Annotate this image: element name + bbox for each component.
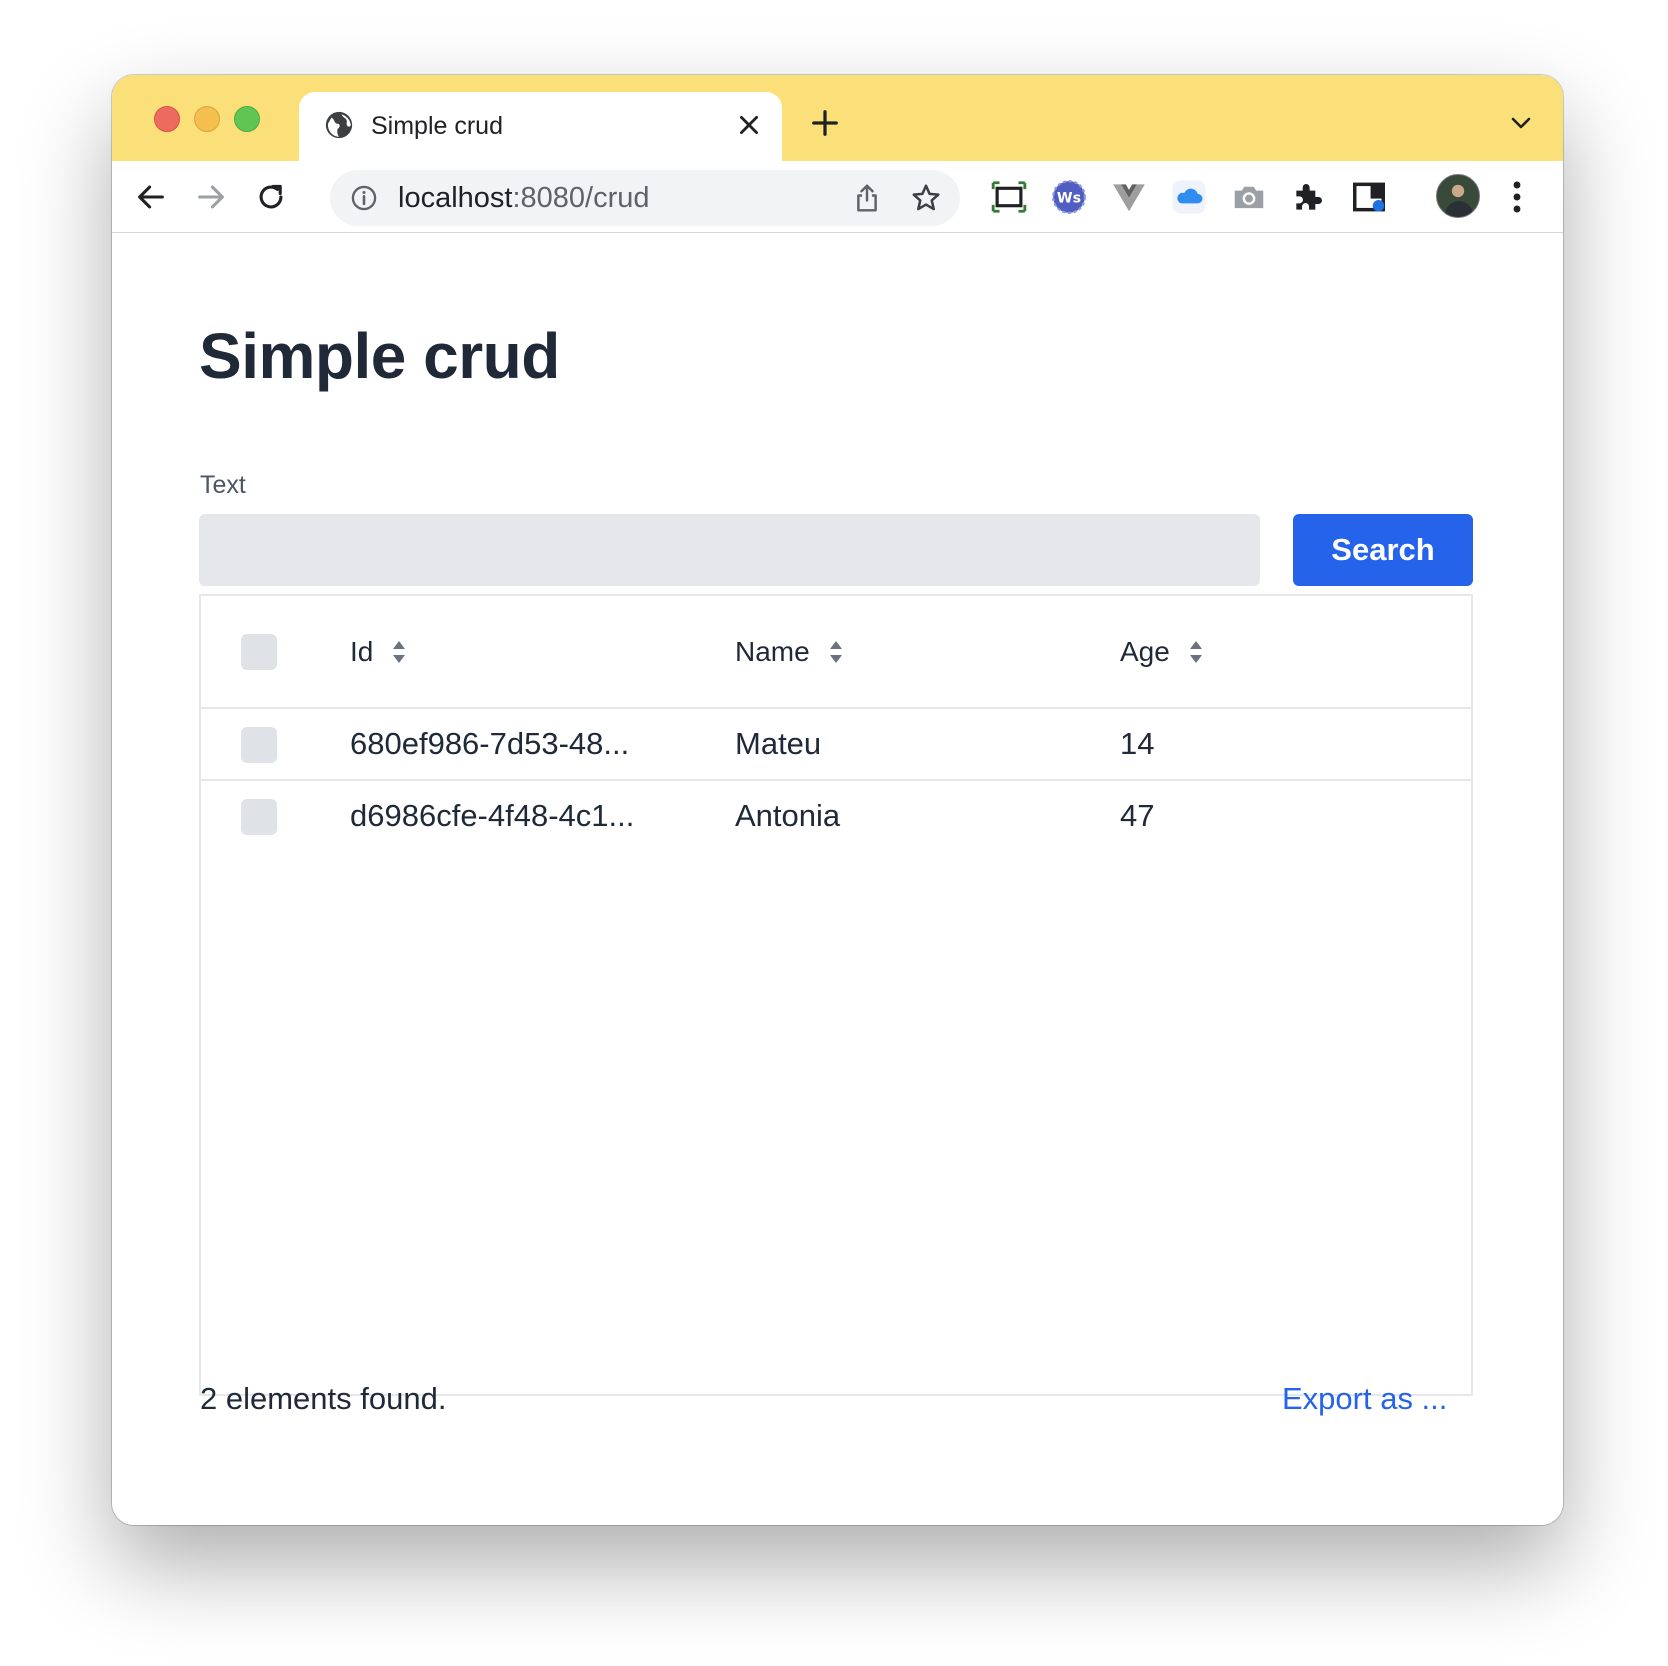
tab-simple-crud[interactable]: Simple crud [299, 92, 782, 161]
new-tab-icon[interactable] [810, 108, 840, 138]
maximize-window-button[interactable] [234, 106, 260, 132]
back-arrow-icon[interactable] [134, 180, 168, 214]
table-row[interactable]: d6986cfe-4f48-4c1... Antonia 47 [201, 781, 1471, 853]
results-table: Id Name Age 680ef986-7d53-48... Mateu 14… [199, 594, 1473, 1396]
address-bar[interactable]: localhost:8080/crud [330, 170, 960, 226]
search-field-label: Text [200, 471, 246, 499]
cell-id: 680ef986-7d53-48... [350, 726, 630, 761]
extensions-puzzle-icon[interactable] [1290, 178, 1328, 216]
more-menu-icon[interactable] [1510, 179, 1524, 215]
close-window-button[interactable] [154, 106, 180, 132]
result-count: 2 elements found. [200, 1381, 447, 1416]
sort-icon[interactable] [1188, 638, 1204, 666]
reload-icon[interactable] [254, 180, 288, 214]
column-header-name[interactable]: Name [735, 634, 844, 670]
cell-name: Antonia [735, 798, 841, 833]
search-button[interactable]: Search [1293, 514, 1473, 586]
page-title: Simple crud [199, 320, 560, 392]
select-all-checkbox[interactable] [241, 634, 277, 670]
screen-capture-extension-icon[interactable] [990, 178, 1028, 216]
svg-text:Ws: Ws [1057, 191, 1081, 207]
sort-icon[interactable] [391, 638, 407, 666]
browser-window: Simple crud localhost:8080/crud Ws Simpl… [112, 75, 1563, 1525]
cloud-extension-icon[interactable] [1170, 178, 1208, 216]
info-icon[interactable] [350, 184, 378, 212]
chevron-down-icon[interactable] [1509, 113, 1533, 133]
profile-avatar[interactable] [1436, 174, 1480, 218]
row-checkbox[interactable] [241, 727, 277, 763]
cell-name: Mateu [735, 726, 822, 761]
cell-id: d6986cfe-4f48-4c1... [350, 798, 635, 833]
tab-strip: Simple crud [112, 75, 1563, 161]
url-path: :8080/crud [512, 182, 650, 214]
column-header-label: Age [1120, 636, 1170, 667]
url-host: localhost [398, 182, 513, 214]
table-row[interactable]: 680ef986-7d53-48... Mateu 14 [201, 709, 1471, 781]
row-checkbox[interactable] [241, 799, 277, 835]
camera-icon[interactable] [1230, 178, 1268, 216]
globe-icon [325, 111, 353, 139]
url-text: localhost:8080/crud [398, 182, 650, 215]
vue-devtools-icon[interactable] [1110, 178, 1148, 216]
column-header-label: Name [735, 636, 810, 667]
column-header-label: Id [350, 636, 374, 667]
export-link[interactable]: Export as ... [1282, 1381, 1447, 1417]
column-header-age[interactable]: Age [1120, 634, 1204, 670]
table-header: Id Name Age [201, 596, 1471, 709]
bookmark-star-icon[interactable] [910, 182, 942, 214]
cell-age: 14 [1120, 726, 1155, 761]
side-panel-icon[interactable] [1350, 178, 1388, 216]
forward-arrow-icon[interactable] [194, 180, 228, 214]
column-header-id[interactable]: Id [350, 634, 407, 670]
ws-extension-icon[interactable]: Ws [1050, 178, 1088, 216]
close-tab-icon[interactable] [736, 112, 762, 138]
search-input[interactable] [199, 514, 1260, 586]
cell-age: 47 [1120, 798, 1155, 833]
browser-toolbar: localhost:8080/crud Ws [112, 161, 1563, 233]
minimize-window-button[interactable] [194, 106, 220, 132]
sort-icon[interactable] [828, 638, 844, 666]
tab-title: Simple crud [371, 112, 503, 140]
share-icon[interactable] [852, 182, 882, 214]
page-content: Simple crud Text Search Id Name Age 680e… [112, 234, 1563, 1525]
